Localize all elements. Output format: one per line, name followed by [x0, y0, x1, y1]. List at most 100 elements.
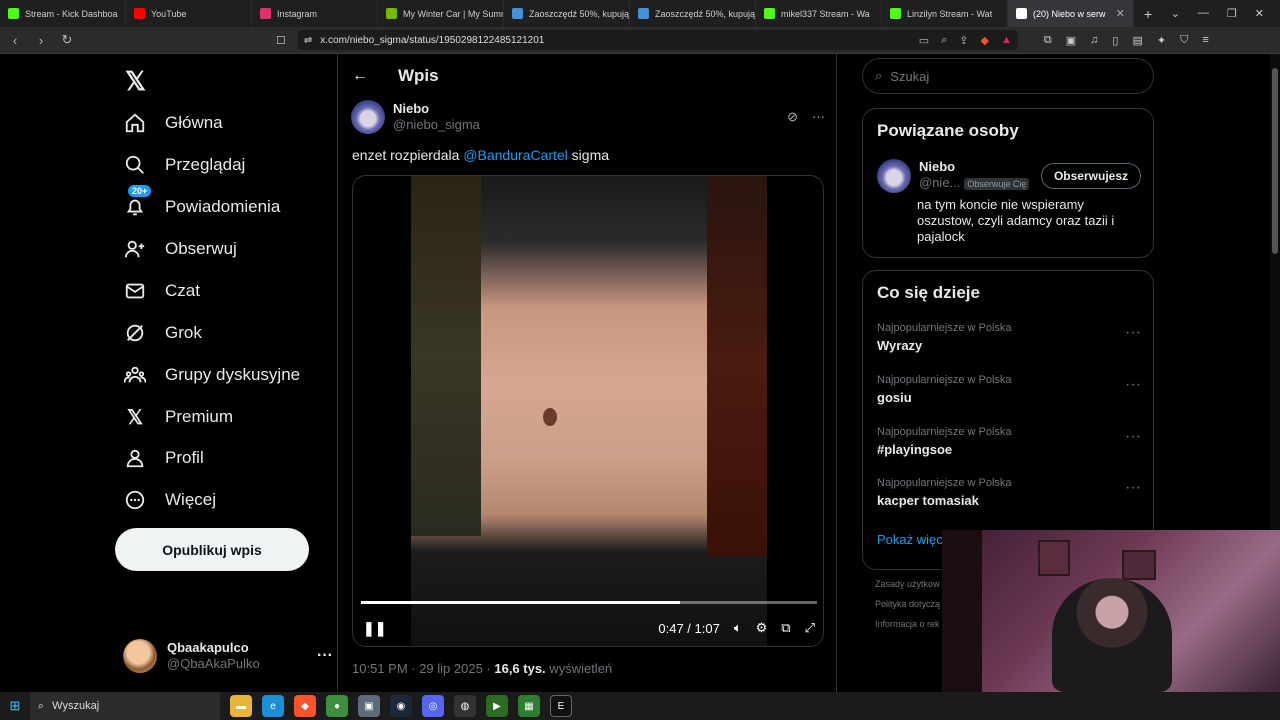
webcam-overlay: [942, 530, 1280, 692]
kick-icon[interactable]: ▶: [486, 695, 508, 717]
author-name[interactable]: Niebo: [393, 101, 480, 117]
home-icon: [123, 111, 147, 135]
brave-rewards-icon[interactable]: ▲: [1001, 34, 1012, 47]
more-dots-icon[interactable]: ···: [1125, 376, 1141, 394]
author-handle[interactable]: @niebo_sigma: [393, 117, 480, 133]
related-name[interactable]: Niebo: [919, 159, 1029, 175]
nav-item-chat[interactable]: Czat: [123, 271, 200, 311]
grok-icon[interactable]: ⊘: [787, 109, 798, 125]
tab[interactable]: Stream - Kick Dashboa: [0, 0, 126, 27]
trend-item[interactable]: Najpopularniejsze w Polska #playingsoe ·…: [877, 426, 1141, 457]
wallet-icon[interactable]: ▤: [1132, 34, 1142, 47]
screenshot-icon[interactable]: ▣: [1066, 34, 1076, 47]
post-button[interactable]: Opublikuj wpis: [115, 528, 309, 571]
footer-link[interactable]: Polityka dotyczą: [875, 599, 940, 609]
chevron-down-icon[interactable]: ⌄: [1171, 7, 1180, 20]
nav-item-follow[interactable]: Obserwuj: [123, 229, 237, 269]
site-info-icon[interactable]: ⇌: [304, 35, 312, 46]
tab[interactable]: Linzilyn Stream - Wat: [882, 0, 1008, 27]
share-icon[interactable]: ⇪: [959, 34, 968, 47]
minimize-icon[interactable]: —: [1198, 7, 1209, 20]
fullscreen-icon[interactable]: ⤢: [805, 620, 815, 636]
sidebar-icon[interactable]: ▯: [1112, 34, 1118, 47]
bookmark-icon[interactable]: ☐: [276, 34, 286, 47]
edge-icon[interactable]: e: [262, 695, 284, 717]
close-tab-icon[interactable]: ✕: [1116, 7, 1125, 20]
brave-icon[interactable]: ◆: [294, 695, 316, 717]
nav-item-home[interactable]: Główna: [123, 103, 223, 143]
back-icon[interactable]: ‹: [8, 33, 22, 48]
more-dots-icon[interactable]: ···: [812, 109, 825, 125]
windows-start-icon[interactable]: ⊞: [0, 698, 30, 714]
more-dots-icon[interactable]: ···: [1125, 324, 1141, 342]
tab-bar: Stream - Kick Dashboa YouTube Instagram …: [0, 0, 1280, 27]
reload-icon[interactable]: ↻: [60, 32, 74, 48]
steam-icon[interactable]: ◉: [390, 695, 412, 717]
brave-shield-icon[interactable]: ◆: [981, 34, 989, 47]
tab[interactable]: Instagram: [252, 0, 378, 27]
new-tab-button[interactable]: +: [1134, 6, 1162, 22]
chrome-icon[interactable]: ●: [326, 695, 348, 717]
obs-icon[interactable]: ◍: [454, 695, 476, 717]
menu-icon[interactable]: ≡: [1202, 34, 1208, 47]
related-avatar[interactable]: [877, 159, 911, 193]
pause-icon[interactable]: ❚❚: [363, 620, 386, 637]
trend-item[interactable]: Najpopularniejsze w Polska kacper tomasi…: [877, 477, 1141, 508]
tab[interactable]: My Winter Car | My Summ: [378, 0, 504, 27]
tab[interactable]: Zaoszczędź 50%, kupując: [504, 0, 630, 27]
forward-icon[interactable]: ›: [34, 33, 48, 48]
footer-link[interactable]: Zasady użytkow: [875, 579, 940, 589]
author-avatar[interactable]: [351, 100, 385, 134]
back-arrow-icon[interactable]: ←: [352, 67, 368, 85]
volume-icon[interactable]: 🔈︎: [734, 620, 742, 636]
more-dots-icon[interactable]: ···: [1125, 479, 1141, 497]
url-field[interactable]: ⇌ x.com/niebo_sigma/status/1950298122485…: [297, 30, 1018, 50]
nav-item-profile[interactable]: Profil: [123, 438, 204, 478]
extensions-icon[interactable]: ⧉: [1044, 34, 1052, 47]
close-window-icon[interactable]: ✕: [1255, 7, 1264, 20]
discord-icon[interactable]: ◎: [422, 695, 444, 717]
vpn-icon[interactable]: ⛉: [1180, 34, 1188, 47]
more-dots-icon[interactable]: ···: [317, 647, 333, 665]
nav-item-communities[interactable]: Grupy dyskusyjne: [123, 355, 300, 395]
mention-link[interactable]: @BanduraCartel: [463, 147, 568, 163]
video-player[interactable]: ❚❚ 0:47 / 1:07 🔈︎ ⚙ ⧉ ⤢: [352, 175, 824, 647]
tab[interactable]: Zaoszczędź 50%, kupując: [630, 0, 756, 27]
reader-icon[interactable]: ▭: [919, 34, 929, 47]
taskbar-search[interactable]: ⌕ Wyszukaj: [30, 692, 220, 720]
epic-games-icon[interactable]: E: [550, 695, 572, 717]
card-title: Co się dzieje: [877, 283, 980, 302]
steam-icon: [512, 8, 523, 19]
scrollbar-thumb[interactable]: [1272, 68, 1278, 254]
nav-item-more[interactable]: Więcej: [123, 480, 216, 520]
nav-item-grok[interactable]: Grok: [123, 313, 202, 353]
file-explorer-icon[interactable]: ▬: [230, 695, 252, 717]
zoom-icon[interactable]: ⌕: [941, 34, 947, 47]
video-progress-bar[interactable]: [361, 601, 817, 604]
nav-item-notifications[interactable]: 20+ Powiadomienia: [123, 185, 280, 227]
footer-link[interactable]: Informacja o rek: [875, 619, 940, 629]
search-input[interactable]: ⌕ Szukaj: [862, 58, 1154, 94]
tab-active[interactable]: (20) Niebo w serw ✕: [1008, 0, 1134, 27]
nav-item-explore[interactable]: Przeglądaj: [123, 145, 245, 185]
app-icon[interactable]: ▣: [358, 695, 380, 717]
related-handle[interactable]: @nie...: [919, 175, 960, 190]
show-more-link[interactable]: Pokaż więce: [877, 532, 950, 547]
trend-item[interactable]: Najpopularniejsze w Polska Wyrazy ···: [877, 322, 1141, 353]
account-switcher[interactable]: Qbaakapulco @QbaAkaPulko ···: [123, 636, 333, 676]
x-logo-icon[interactable]: 𝕏: [125, 66, 146, 97]
pip-icon[interactable]: ⧉: [781, 620, 790, 636]
nav-item-premium[interactable]: 𝕏 Premium: [123, 397, 233, 437]
kick-icon: [8, 8, 19, 19]
tab[interactable]: YouTube: [126, 0, 252, 27]
following-button[interactable]: Obserwujesz: [1040, 163, 1141, 189]
settings-icon[interactable]: ⚙: [756, 620, 768, 636]
leo-icon[interactable]: ✦: [1157, 34, 1166, 47]
taskbar: ⊞ ⌕ Wyszukaj ▬ e ◆ ● ▣ ◉ ◎ ◍ ▶ ▦ E: [0, 692, 1280, 720]
app-icon[interactable]: ▦: [518, 695, 540, 717]
maximize-icon[interactable]: ❐: [1227, 7, 1237, 20]
music-icon[interactable]: ♫: [1090, 34, 1098, 47]
tab[interactable]: mikel337 Stream - Wa: [756, 0, 882, 27]
more-dots-icon[interactable]: ···: [1125, 428, 1141, 446]
trend-item[interactable]: Najpopularniejsze w Polska gosiu ···: [877, 374, 1141, 405]
